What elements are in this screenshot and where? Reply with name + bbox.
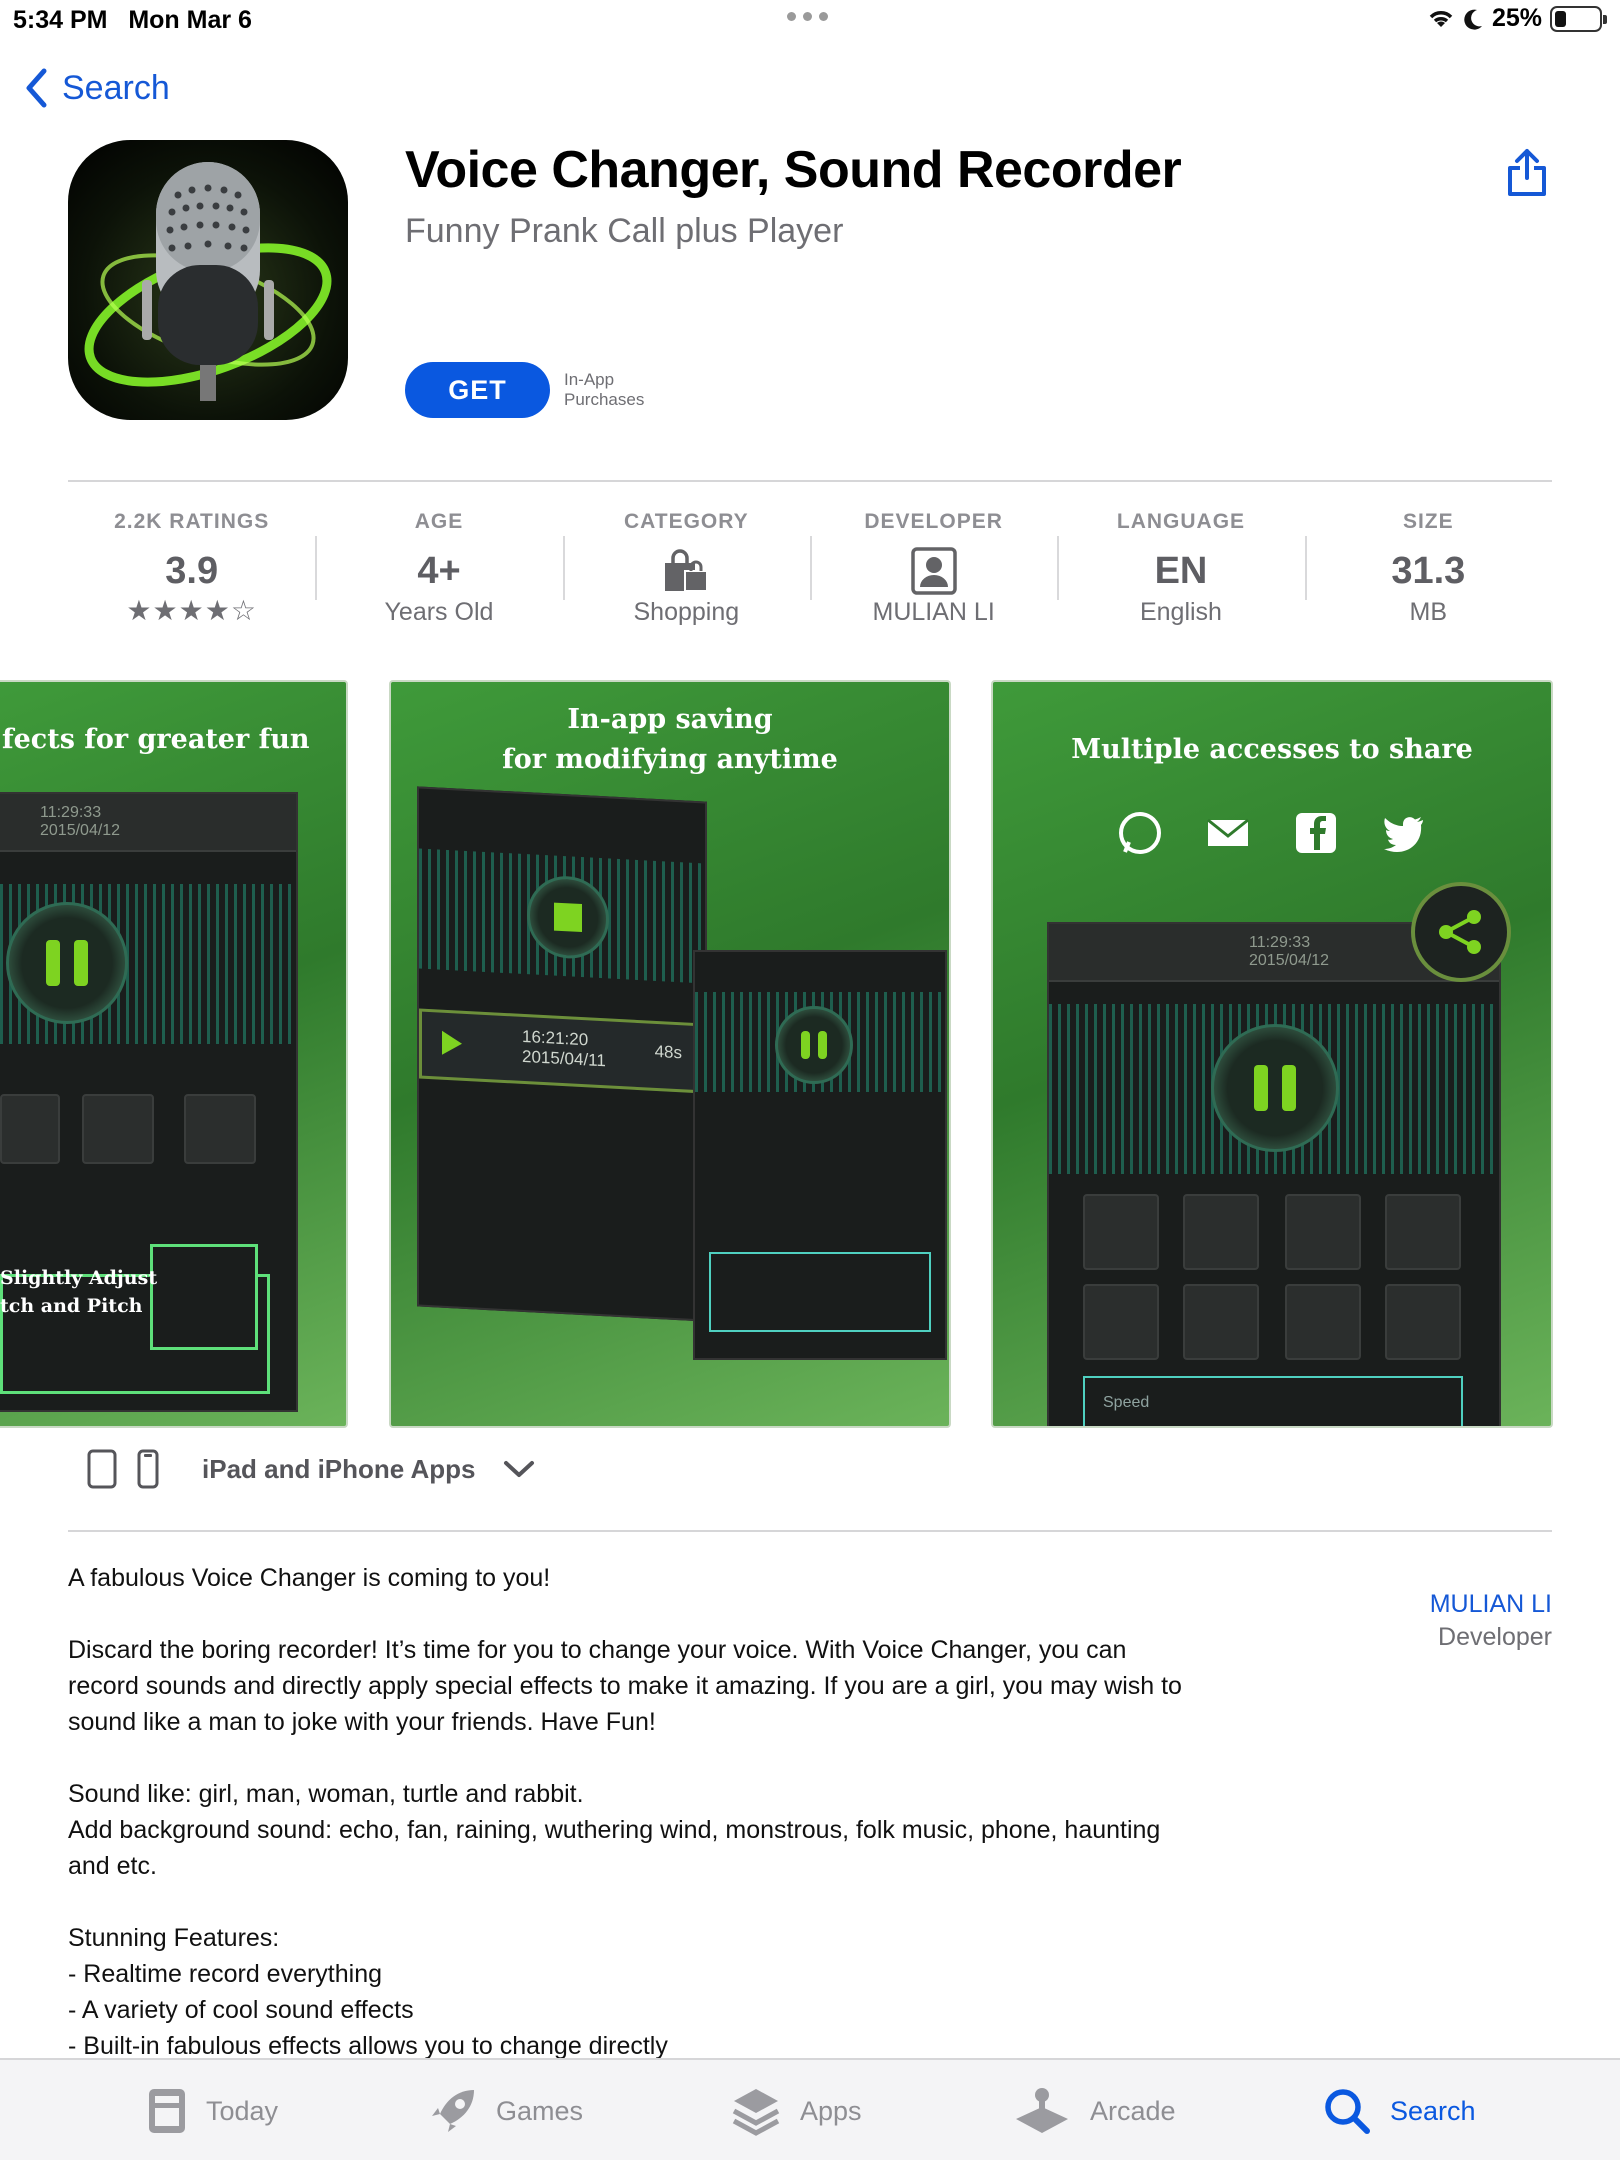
screenshot-2[interactable]: In-app saving for modifying anytime 16:2… [389, 680, 951, 1428]
screenshot-2-device-back: 16:21:20 2015/04/11 48s [417, 786, 709, 1322]
moon-icon [1464, 9, 1482, 30]
in-app-purchases-note: In-App Purchases [564, 370, 645, 409]
get-button[interactable]: GET [405, 362, 550, 418]
status-bar: 5:34 PM Mon Mar 6 25% [0, 0, 1620, 40]
header-divider [68, 480, 1552, 482]
tab-arcade[interactable]: Arcade [1012, 2060, 1176, 2160]
description-divider [68, 1530, 1552, 1532]
ipad-icon [87, 1449, 117, 1489]
share-nodes-icon [1439, 910, 1481, 954]
share-button[interactable] [1506, 148, 1548, 203]
screenshot-3-device: 11:29:33 2015/04/12 Speed [1047, 922, 1501, 1426]
age-info[interactable]: AGE 4+ Years Old [315, 500, 562, 650]
today-icon [149, 2089, 185, 2133]
tab-today[interactable]: Today [146, 2060, 278, 2160]
app-icon [68, 140, 348, 420]
status-time: 5:34 PM Mon Mar 6 [13, 6, 252, 34]
device-compatibility-label: iPad and iPhone Apps [202, 1453, 476, 1484]
chevron-down-icon [503, 1461, 534, 1477]
developer-person-icon [910, 547, 957, 595]
whatsapp-icon [1119, 812, 1161, 854]
tab-games[interactable]: Games [428, 2060, 583, 2160]
tab-bar: Today Games Apps Arcade Search [0, 2058, 1620, 2160]
device-compatibility-row[interactable]: iPad and iPhone Apps [86, 1448, 536, 1490]
iphone-icon [137, 1449, 159, 1489]
app-subtitle: Funny Prank Call plus Player [405, 212, 844, 250]
share-icons-row [993, 810, 1551, 856]
screenshot-1-caption: fects for greater fun [2, 724, 310, 755]
app-title: Voice Changer, Sound Recorder [405, 141, 1182, 199]
shopping-bag-icon [665, 549, 709, 592]
screenshot-2-device-front [693, 950, 947, 1360]
developer-info[interactable]: DEVELOPER MULIAN LI [809, 500, 1057, 650]
app-description: A fabulous Voice Changer is coming to yo… [68, 1564, 1182, 2060]
mail-icon [1207, 818, 1249, 846]
apps-stack-icon [732, 2089, 780, 2136]
share-circle-graphic [1411, 882, 1511, 982]
facebook-icon [1296, 813, 1336, 853]
battery-icon [1550, 5, 1607, 32]
tab-search[interactable]: Search [1322, 2060, 1476, 2160]
share-icon [1508, 149, 1546, 196]
screenshot-1-device: 11:29:33 2015/04/12 Slightly Adjust tch an… [0, 792, 298, 1412]
wifi-icon [1429, 10, 1453, 27]
size-info[interactable]: SIZE 31.3 MB [1304, 500, 1552, 650]
developer-link[interactable]: MULIAN LI Developer [1430, 1588, 1552, 1654]
screenshot-1[interactable]: fects for greater fun 11:29:33 2015/04/12… [0, 680, 348, 1428]
status-right: 25% [1426, 4, 1607, 33]
ratings-info[interactable]: 2.2K RATINGS 3.9 ★★★★☆ [68, 500, 315, 650]
search-icon [1325, 2089, 1370, 2134]
multitasking-dots[interactable] [787, 12, 828, 21]
language-info[interactable]: LANGUAGE EN English [1057, 500, 1304, 650]
back-button[interactable]: Search [24, 68, 170, 108]
rating-stars: ★★★★☆ [126, 595, 257, 626]
tab-apps[interactable]: Apps [730, 2060, 862, 2160]
rocket-icon [432, 2090, 474, 2132]
battery-percent: 25% [1491, 4, 1542, 32]
category-info[interactable]: CATEGORY Shopping [562, 500, 810, 650]
twitter-icon [1384, 817, 1423, 853]
arcade-joystick-icon [1016, 2088, 1068, 2133]
screenshot-3-caption: Multiple accesses to share [1071, 734, 1473, 765]
back-label: Search [62, 68, 170, 107]
info-strip: 2.2K RATINGS 3.9 ★★★★☆ AGE 4+ Years Old … [68, 500, 1552, 650]
screenshot-2-caption: In-app saving for modifying anytime [502, 704, 838, 775]
screenshot-3[interactable]: Multiple accesses to share 11:29:33 2015/… [991, 680, 1553, 1428]
pause-button-graphic [6, 902, 128, 1024]
chevron-left-icon [26, 68, 47, 108]
